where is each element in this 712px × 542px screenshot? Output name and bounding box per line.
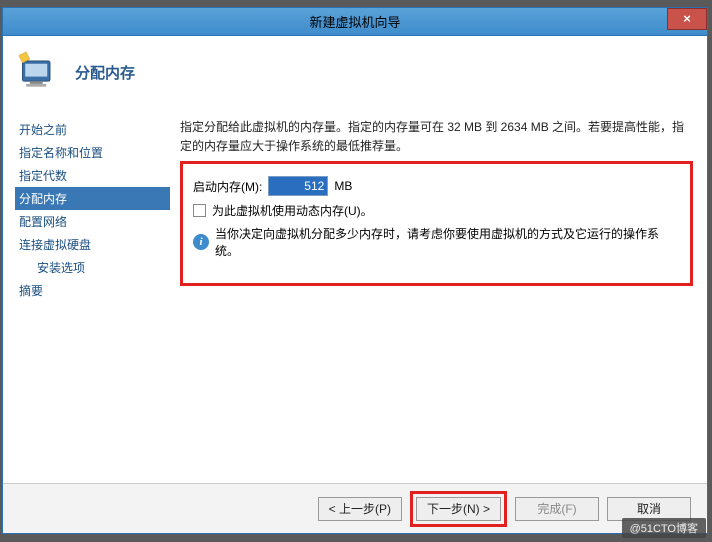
next-highlight: 下一步(N) > bbox=[410, 491, 507, 527]
prev-button[interactable]: < 上一步(P) bbox=[318, 497, 402, 521]
startup-memory-row: 启动内存(M): MB bbox=[193, 176, 680, 196]
wizard-monitor-icon bbox=[17, 50, 61, 94]
sidebar-item-before[interactable]: 开始之前 bbox=[15, 118, 170, 141]
finish-button[interactable]: 完成(F) bbox=[515, 497, 599, 521]
next-button[interactable]: 下一步(N) > bbox=[416, 497, 501, 521]
page-title: 分配内存 bbox=[75, 62, 135, 83]
sidebar-item-memory[interactable]: 分配内存 bbox=[15, 187, 170, 210]
memory-unit: MB bbox=[334, 179, 352, 193]
startup-memory-label: 启动内存(M): bbox=[193, 178, 262, 195]
dynamic-memory-label: 为此虚拟机使用动态内存(U)。 bbox=[212, 202, 373, 219]
sidebar-item-vhd[interactable]: 连接虚拟硬盘 bbox=[15, 233, 170, 256]
dynamic-memory-checkbox[interactable] bbox=[193, 204, 206, 217]
sidebar-item-summary[interactable]: 摘要 bbox=[15, 279, 170, 302]
dynamic-memory-row: 为此虚拟机使用动态内存(U)。 bbox=[193, 202, 680, 219]
sidebar-item-install-options[interactable]: 安装选项 bbox=[15, 256, 170, 279]
sidebar-item-network[interactable]: 配置网络 bbox=[15, 210, 170, 233]
titlebar: 新建虚拟机向导 × bbox=[3, 8, 707, 36]
close-button[interactable]: × bbox=[667, 8, 707, 30]
content-pane: 指定分配给此虚拟机的内存量。指定的内存量可在 32 MB 到 2634 MB 之… bbox=[178, 108, 707, 483]
info-text: 当你决定向虚拟机分配多少内存时，请考虑你要使用虚拟机的方式及它运行的操作系统。 bbox=[215, 225, 680, 259]
cancel-button[interactable]: 取消 bbox=[607, 497, 691, 521]
close-icon: × bbox=[683, 11, 691, 26]
info-icon: i bbox=[193, 234, 209, 250]
highlight-region: 启动内存(M): MB 为此虚拟机使用动态内存(U)。 i 当你决定向虚拟机分配… bbox=[180, 161, 693, 286]
wizard-body: 开始之前 指定名称和位置 指定代数 分配内存 配置网络 连接虚拟硬盘 安装选项 … bbox=[3, 108, 707, 483]
sidebar: 开始之前 指定名称和位置 指定代数 分配内存 配置网络 连接虚拟硬盘 安装选项 … bbox=[3, 108, 178, 483]
wizard-window: 新建虚拟机向导 × 分配内存 开始之前 指定名称和位置 指定代数 分配内存 配置… bbox=[2, 7, 708, 534]
info-row: i 当你决定向虚拟机分配多少内存时，请考虑你要使用虚拟机的方式及它运行的操作系统… bbox=[193, 225, 680, 259]
sidebar-item-name-location[interactable]: 指定名称和位置 bbox=[15, 141, 170, 164]
window-title: 新建虚拟机向导 bbox=[309, 12, 400, 31]
watermark: @51CTO博客 bbox=[622, 518, 706, 538]
wizard-footer: < 上一步(P) 下一步(N) > 完成(F) 取消 bbox=[3, 483, 707, 533]
startup-memory-input[interactable] bbox=[268, 176, 328, 196]
sidebar-item-generation[interactable]: 指定代数 bbox=[15, 164, 170, 187]
wizard-header: 分配内存 bbox=[3, 36, 707, 108]
description-text: 指定分配给此虚拟机的内存量。指定的内存量可在 32 MB 到 2634 MB 之… bbox=[180, 118, 693, 155]
